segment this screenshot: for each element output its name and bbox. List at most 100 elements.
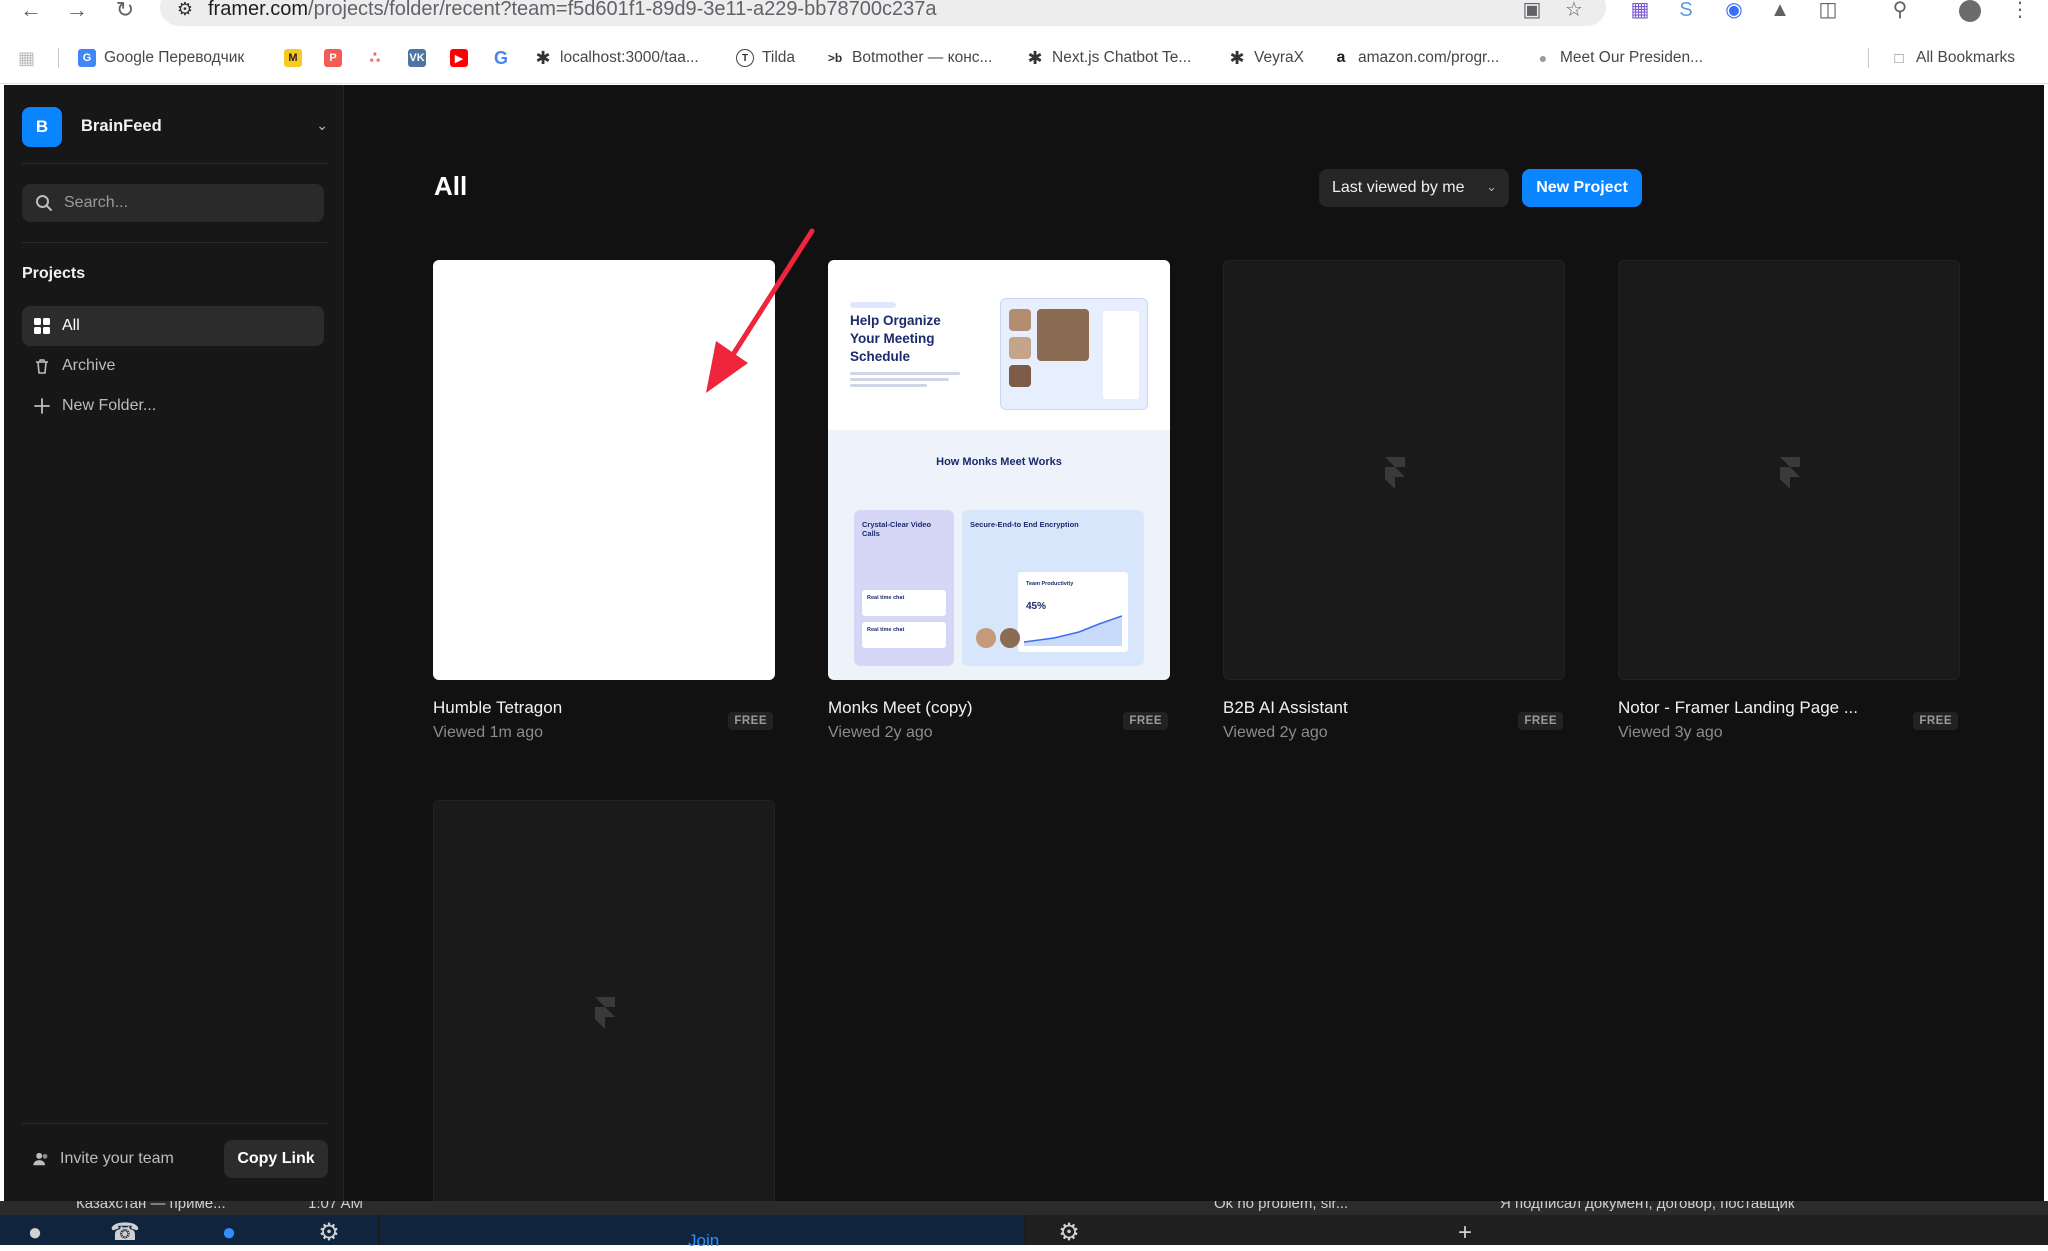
preview-feature-title: Crystal-Clear Video Calls [862, 520, 932, 538]
project-thumbnail[interactable] [433, 800, 775, 1201]
team-avatar: B [22, 107, 62, 147]
preview-face [1000, 628, 1020, 648]
globe-icon: ● [1538, 50, 1548, 66]
project-viewed: Viewed 1m ago [433, 724, 543, 741]
bookmark-label: Tilda [762, 49, 796, 66]
bookmark-veyrax[interactable]: ✱ VeyraX [1228, 44, 1304, 72]
bookmarks-divider [1868, 48, 1869, 68]
sidebar-item-all[interactable]: All [22, 306, 324, 346]
bookmark-label: Botmother — конс... [852, 49, 993, 66]
bookmark-asana[interactable]: ∴ [366, 44, 384, 72]
extension-mask-icon[interactable]: ▲ [1768, 0, 1792, 20]
install-app-icon[interactable]: ▣ [1520, 0, 1544, 20]
bookmark-localhost[interactable]: ✱ localhost:3000/taa... [534, 44, 698, 72]
bookmark-meet-president[interactable]: ● Meet Our Presiden... [1534, 44, 1703, 72]
project-viewed: Viewed 2y ago [1223, 724, 1328, 741]
browser-menu-icon[interactable]: ⋮ [2008, 0, 2032, 20]
settings-gear-icon[interactable]: ⚙ [314, 1221, 344, 1245]
profile-icon[interactable]: ● [20, 1221, 50, 1245]
all-bookmarks[interactable]: □ All Bookmarks [1890, 44, 2015, 72]
browser-chrome: ← → ↻ ⚙ framer.com/projects/folder/recen… [0, 0, 2048, 84]
bookmark-label: Meet Our Presiden... [1560, 49, 1704, 66]
sidebar-divider [22, 163, 328, 164]
extension-film-icon[interactable]: ▦ [1628, 0, 1652, 20]
preview-side-panel [1103, 311, 1139, 399]
project-name: Humble Tetragon [433, 698, 563, 717]
folder-icon: □ [1894, 49, 1904, 67]
extension-circle-icon[interactable]: ◉ [1722, 0, 1746, 20]
sidebar-divider [22, 242, 328, 243]
bookmark-google-translate[interactable]: G Google Переводчик [78, 44, 244, 72]
bookmark-vk[interactable]: VK [408, 44, 426, 72]
project-card-notor[interactable]: Notor - Framer Landing Page ... Viewed 3… [1618, 260, 1960, 760]
sidebar: B BrainFeed ⌄ Projects All Archive [4, 85, 344, 1201]
project-card-untitled[interactable] [433, 800, 775, 1201]
bookmark-star-icon[interactable]: ☆ [1562, 0, 1586, 20]
bookmark-p[interactable]: P [324, 44, 342, 72]
plan-badge: FREE [728, 712, 773, 730]
botmother-icon: >b [827, 51, 843, 65]
plan-badge: FREE [1518, 712, 1563, 730]
join-link[interactable]: Join [688, 1231, 719, 1251]
miro-icon: M [284, 49, 302, 67]
all-bookmarks-label: All Bookmarks [1916, 49, 2016, 66]
profile-avatar-icon[interactable] [1958, 0, 1982, 22]
bookmark-youtube[interactable]: ▶ [450, 44, 468, 72]
address-bar[interactable]: ⚙ framer.com/projects/folder/recent?team… [160, 0, 1606, 26]
preview-chat-card: Real time chat [862, 590, 946, 616]
copy-link-button[interactable]: Copy Link [224, 1140, 328, 1178]
sidebar-item-label: Archive [62, 357, 116, 374]
bookmark-botmother[interactable]: >b Botmother — конс... [826, 44, 993, 72]
project-card-b2b-ai-assistant[interactable]: B2B AI Assistant Viewed 2y ago FREE [1223, 260, 1565, 760]
project-thumbnail[interactable]: Help Organize Your Meeting Schedule How … [828, 260, 1170, 680]
main-content: All Last viewed by me ⌄ New Project Humb… [344, 85, 2044, 1201]
red-arrow-annotation-icon [706, 228, 815, 393]
bookmark-nextjs-chatbot[interactable]: ✱ Next.js Chatbot Te... [1026, 44, 1191, 72]
preview-video-call-image [1000, 298, 1148, 410]
tilda-icon: T [736, 49, 754, 67]
spark-icon: ✱ [535, 47, 551, 68]
plus-icon [34, 398, 50, 414]
chevron-down-icon: ⌄ [316, 117, 328, 133]
p-icon: P [324, 49, 342, 67]
phone-icon[interactable]: ☎ [110, 1221, 140, 1245]
project-thumbnail[interactable] [1618, 260, 1960, 680]
project-card-monks-meet[interactable]: Help Organize Your Meeting Schedule How … [828, 260, 1170, 760]
apps-grid-icon[interactable]: ▦ [18, 44, 35, 72]
page-title: All [434, 171, 468, 201]
extensions-puzzle-icon[interactable]: ◫ [1816, 0, 1840, 20]
sidebar-item-new-folder[interactable]: New Folder... [22, 386, 324, 426]
search-input[interactable] [64, 184, 314, 222]
forward-icon[interactable]: → [62, 0, 92, 21]
google-translate-icon: G [78, 49, 96, 67]
project-viewed: Viewed 2y ago [828, 724, 933, 741]
site-info-icon[interactable]: ⚙ [174, 0, 196, 20]
preview-face [1009, 337, 1031, 359]
search-box[interactable] [22, 184, 324, 222]
chat-icon[interactable]: ● [214, 1221, 244, 1245]
extension-s-icon[interactable]: S [1674, 0, 1698, 20]
preview-chat-card: Real time chat [862, 622, 946, 648]
invite-team-button[interactable]: Invite your team [32, 1149, 174, 1169]
bookmark-miro[interactable]: M [284, 44, 302, 72]
sidebar-item-archive[interactable]: Archive [22, 346, 324, 386]
team-switcher[interactable]: B BrainFeed ⌄ [22, 107, 328, 147]
bookmark-google[interactable]: G [492, 44, 510, 72]
sort-dropdown[interactable]: Last viewed by me ⌄ [1319, 169, 1509, 207]
new-project-button[interactable]: New Project [1522, 169, 1642, 207]
tab-search-icon[interactable]: ⚲ [1888, 0, 1912, 20]
sidebar-divider [22, 1123, 328, 1124]
sidebar-item-label: All [62, 317, 80, 334]
team-name: BrainFeed [81, 117, 162, 135]
settings-gear-icon[interactable]: ⚙ [1054, 1221, 1084, 1245]
reload-icon[interactable]: ↻ [110, 0, 140, 21]
bookmark-tilda[interactable]: T Tilda [736, 44, 795, 72]
plan-badge: FREE [1913, 712, 1958, 730]
plan-badge: FREE [1123, 712, 1168, 730]
back-icon[interactable]: ← [16, 0, 46, 21]
preview-text-lines [850, 372, 960, 390]
project-thumbnail[interactable] [1223, 260, 1565, 680]
add-icon[interactable]: + [1450, 1221, 1480, 1245]
bookmark-amazon[interactable]: a amazon.com/progr... [1332, 44, 1500, 72]
url-text[interactable]: framer.com/projects/folder/recent?team=f… [208, 0, 936, 20]
